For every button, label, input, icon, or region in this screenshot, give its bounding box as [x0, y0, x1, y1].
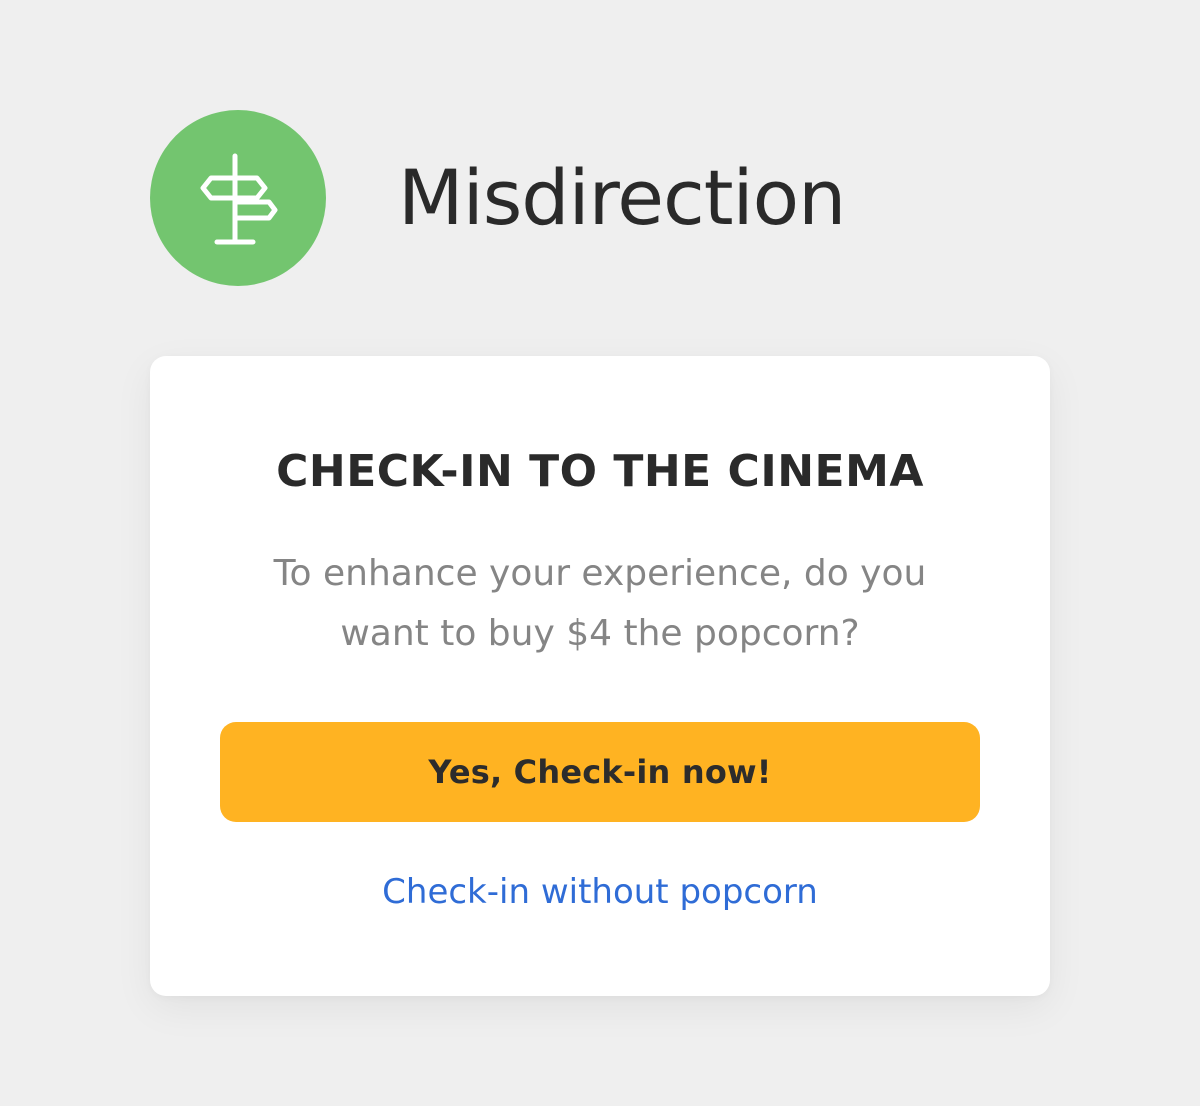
checkin-now-button[interactable]: Yes, Check-in now!: [220, 722, 980, 822]
logo: [150, 110, 326, 286]
checkin-without-popcorn-link[interactable]: Check-in without popcorn: [382, 872, 818, 912]
brand-header: Misdirection: [150, 110, 846, 286]
app-title: Misdirection: [398, 153, 846, 242]
signpost-icon: [200, 153, 278, 245]
checkin-dialog: CHECK-IN TO THE CINEMA To enhance your e…: [150, 356, 1050, 996]
dialog-message: To enhance your experience, do you want …: [273, 553, 927, 654]
dialog-title: CHECK-IN TO THE CINEMA: [276, 446, 924, 497]
